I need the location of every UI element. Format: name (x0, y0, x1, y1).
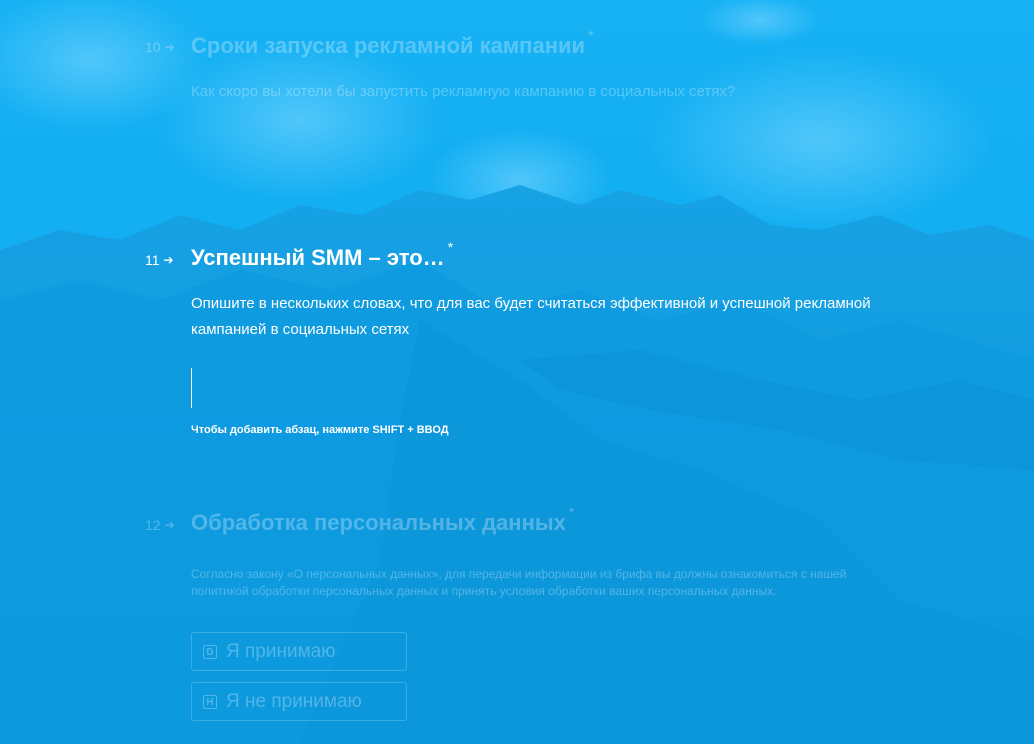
answer-textarea[interactable] (191, 368, 881, 408)
question-title: Сроки запуска рекламной кампании * (191, 27, 594, 59)
required-asterisk: * (588, 27, 594, 43)
question-number: 10 ➔ (145, 39, 175, 55)
required-asterisk: * (447, 239, 454, 255)
choice-decline-button[interactable]: H Я не принимаю (191, 682, 407, 721)
choice-accept-button[interactable]: D Я принимаю (191, 632, 407, 671)
question-number-label: 11 (145, 252, 160, 268)
question-description: Как скоро вы хотели бы запустить рекламн… (191, 83, 736, 100)
question-title: Обработка персональных данных * (191, 504, 574, 536)
choice-label: Я принимаю (226, 640, 336, 662)
question-title-text: Обработка персональных данных (191, 510, 566, 535)
question-title: Успешный SMM – это… * (191, 239, 453, 271)
question-number-label: 10 (145, 39, 161, 55)
arrow-right-icon: ➔ (164, 40, 175, 54)
arrow-right-icon: ➔ (164, 518, 175, 532)
text-caret (191, 368, 192, 408)
question-number: 11 ➔ (145, 252, 174, 268)
keyboard-shortcut-key: H (203, 694, 217, 709)
choice-label: Я не принимаю (226, 690, 362, 712)
hint-keys: SHIFT + ВВОД (372, 424, 449, 436)
question-description: Опишите в нескольких словах, что для вас… (191, 295, 871, 338)
question-title-text: Сроки запуска рекламной кампании (191, 33, 586, 58)
form-content: 10 ➔ Сроки запуска рекламной кампании * К… (0, 0, 1034, 744)
newline-hint: Чтобы добавить абзац, нажмите SHIFT + ВВ… (191, 424, 449, 436)
question-description: Согласно закону «О персональных данных»,… (191, 567, 847, 598)
required-asterisk: * (568, 504, 575, 520)
arrow-right-icon: ➔ (163, 253, 174, 267)
question-title-text: Успешный SMM – это… (191, 245, 445, 270)
keyboard-shortcut-key: D (203, 644, 217, 659)
question-number-label: 12 (145, 517, 161, 533)
hint-prefix: Чтобы добавить абзац, нажмите (191, 424, 370, 436)
question-number: 12 ➔ (145, 517, 175, 533)
